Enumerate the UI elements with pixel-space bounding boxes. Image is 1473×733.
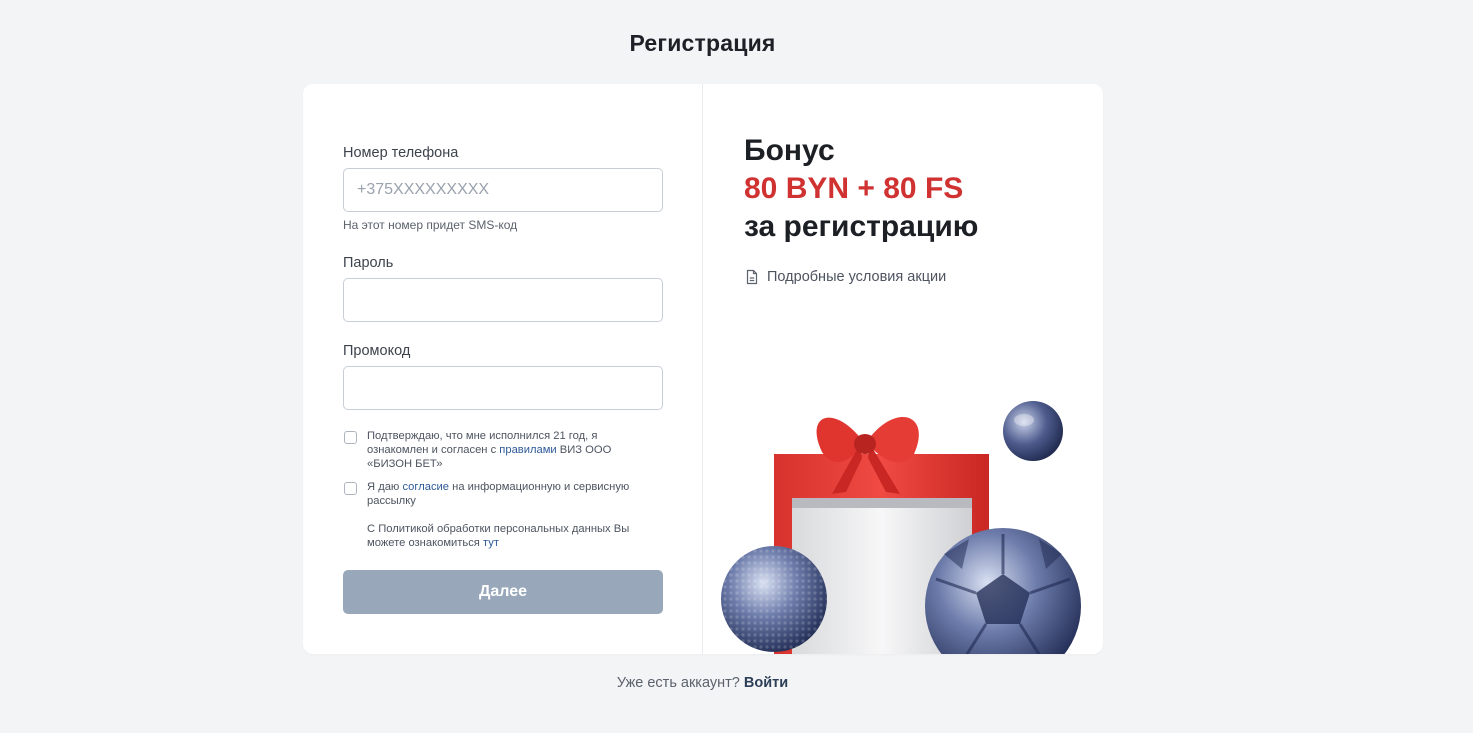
privacy-link[interactable]: тут (483, 537, 499, 549)
phone-hint: На этот номер придет SMS-код (343, 218, 518, 232)
terms-link[interactable]: Подробные условия акции (744, 269, 946, 285)
registration-card: Номер телефона На этот номер придет SMS-… (303, 84, 1103, 654)
document-icon (744, 269, 760, 285)
bonus-line-1: Бонус (744, 134, 835, 167)
terms-link-label: Подробные условия акции (767, 269, 947, 285)
consent-link[interactable]: согласие (402, 481, 449, 493)
mailing-consent-text-before: Я даю (367, 481, 403, 493)
password-label: Пароль (343, 255, 394, 271)
mailing-consent-text: Я даю согласие на информационную и серви… (367, 480, 657, 508)
bonus-line-3: за регистрацию (744, 210, 979, 243)
page-title: Регистрация (629, 30, 776, 56)
registration-form: Номер телефона На этот номер придет SMS-… (303, 84, 703, 654)
footer-question: Уже есть аккаунт? (616, 675, 740, 691)
age-consent-checkbox[interactable] (344, 431, 357, 444)
promo-code-label: Промокод (343, 343, 411, 359)
bonus-panel: Бонус 80 BYN + 80 FS за регистрацию Подр… (704, 84, 1103, 654)
rules-link[interactable]: правилами (499, 444, 556, 456)
phone-label: Номер телефона (343, 145, 459, 161)
gift-box-illustration (721, 401, 1081, 654)
age-consent-text: Подтверждаю, что мне исполнился 21 год, … (367, 429, 657, 471)
privacy-note: С Политикой обработки персональных данны… (343, 522, 663, 552)
mailing-consent-row: Я даю согласие на информационную и серви… (343, 480, 663, 510)
login-link[interactable]: Войти (744, 675, 788, 691)
phone-input[interactable] (343, 168, 663, 212)
password-input[interactable] (343, 278, 663, 322)
promo-code-input[interactable] (343, 366, 663, 410)
bonus-amount: 80 BYN + 80 FS (744, 172, 964, 205)
bonus-heading: Бонус 80 BYN + 80 FS за регистрацию (744, 132, 978, 246)
mailing-consent-checkbox[interactable] (344, 482, 357, 495)
privacy-text: С Политикой обработки персональных данны… (367, 522, 657, 550)
footer-login-prompt: Уже есть аккаунт? Войти (0, 675, 1405, 691)
age-consent-row: Подтверждаю, что мне исполнился 21 год, … (343, 429, 663, 473)
next-button[interactable]: Далее (343, 570, 663, 614)
